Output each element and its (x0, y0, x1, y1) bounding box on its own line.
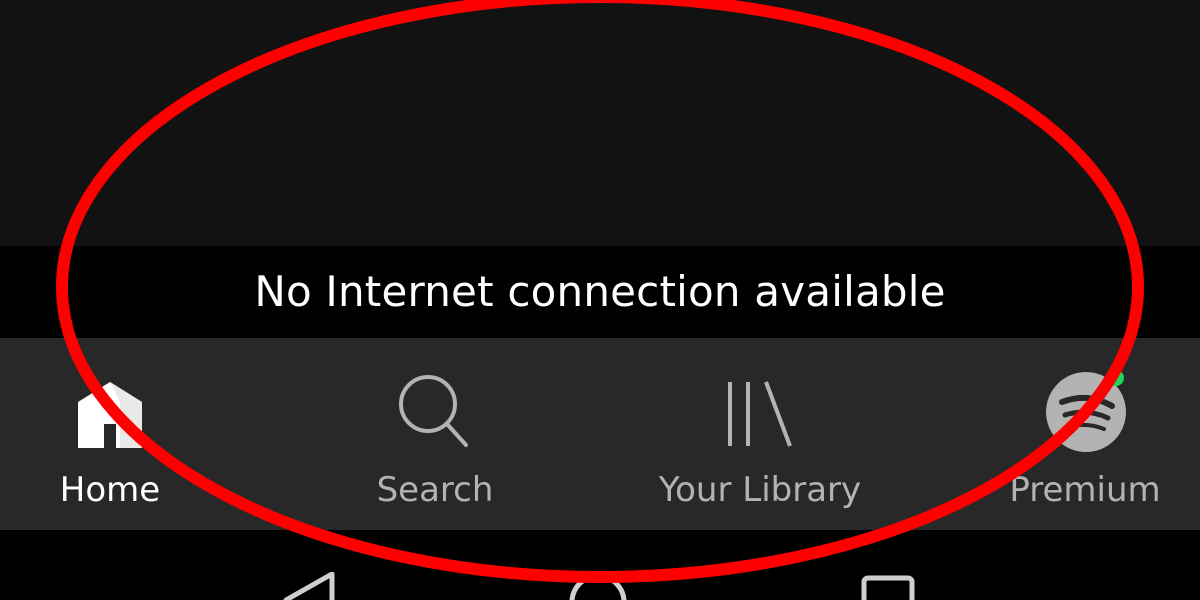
nav-label-search: Search (376, 470, 494, 510)
nav-label-your-library: Your Library (658, 470, 862, 510)
home-circle-icon[interactable] (566, 572, 630, 600)
offline-banner: No Internet connection available (0, 246, 1200, 338)
offline-message: No Internet connection available (254, 266, 946, 316)
nav-item-your-library[interactable]: Your Library (620, 338, 900, 530)
system-navigation-bar (0, 530, 1200, 600)
nav-item-home[interactable]: Home (0, 338, 260, 530)
nav-item-premium[interactable]: Premium (960, 338, 1200, 530)
spotify-logo-icon (1046, 370, 1126, 452)
recents-icon[interactable] (858, 574, 918, 600)
library-icon (728, 381, 792, 447)
back-icon[interactable] (280, 572, 340, 600)
nav-label-home: Home (59, 470, 161, 510)
spotify-screen: No Internet connection available Home Se… (0, 0, 1200, 600)
nav-label-premium: Premium (1009, 470, 1161, 510)
nav-item-search[interactable]: Search (300, 338, 570, 530)
search-icon (399, 375, 468, 447)
home-icon (78, 382, 142, 448)
bottom-navigation-bar: Home Search Your Library Premium (0, 338, 1200, 530)
notification-dot-icon (1108, 370, 1124, 386)
content-area (0, 0, 1200, 246)
